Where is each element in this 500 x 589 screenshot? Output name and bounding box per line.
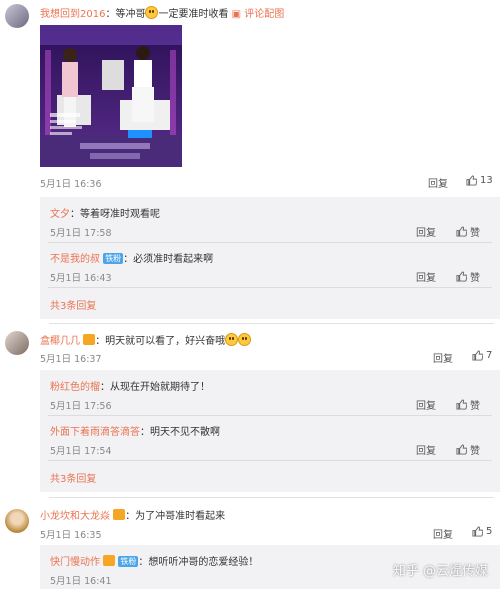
vip-badge-icon: [103, 555, 116, 566]
reply-like-label: 赞: [470, 228, 480, 239]
reply-username[interactable]: 外面下着雨滴答滴答: [50, 427, 140, 438]
reply-username[interactable]: 快门慢动作: [50, 557, 100, 568]
thumbs-up-icon: [456, 399, 468, 410]
more-replies-link[interactable]: 共3条回复: [50, 470, 96, 485]
reply-like-button[interactable]: 赞: [456, 442, 480, 457]
reply-label: 回复: [433, 354, 453, 365]
divider: [48, 242, 492, 243]
comment-2: 盒椰几几 ：明天就可以看了，好兴奋哦 5月1日 16:37 回复 7: [0, 325, 500, 370]
comment-line: 我想回到2016：等冲哥 一定要准时收看 ▣ 评论配图: [40, 5, 284, 20]
reply-like-label: 赞: [470, 273, 480, 284]
vip-badge-icon: [113, 509, 126, 520]
reply-label: 回复: [428, 179, 448, 190]
watermark: 知乎 @云煋传媒: [392, 564, 488, 579]
reply-timestamp: 5月1日 17:58: [50, 228, 112, 239]
reply-text: ：明天不见不散啊: [140, 427, 220, 438]
like-count: 13: [480, 175, 493, 186]
reply-reply-button[interactable]: 回复: [416, 269, 436, 284]
image-link[interactable]: ▣ 评论配图: [232, 9, 285, 20]
image-link-label: 评论配图: [244, 9, 285, 20]
thumbs-up-icon: [466, 175, 478, 186]
thumbs-up-icon: [456, 271, 468, 282]
reply-button[interactable]: 回复: [428, 175, 448, 190]
fan-badge: 铁粉: [103, 253, 124, 264]
like-button[interactable]: 5: [472, 526, 492, 537]
comment-image-graphic: [40, 25, 182, 167]
vip-badge-icon: [83, 334, 96, 345]
reply-reply-label: 回复: [416, 446, 436, 457]
reply-timestamp: 5月1日 16:43: [50, 273, 112, 284]
thumbs-up-icon: [472, 350, 484, 361]
thumbs-up-icon: [472, 526, 484, 537]
fan-badge: 铁粉: [118, 556, 139, 567]
comment-3: 小龙坎和大龙焱 ：为了冲哥准时看起来 5月1日 16:35 回复 5: [0, 500, 500, 545]
reply-label: 回复: [433, 530, 453, 541]
reply-username[interactable]: 粉红色的榴: [50, 382, 100, 393]
reply-like-label: 赞: [470, 446, 480, 457]
replies-panel: 粉红色的榴：从现在开始就期待了！ 5月1日 17:56 回复 赞 外面下着雨滴答…: [40, 370, 500, 492]
timestamp: 5月1日 16:36: [40, 179, 102, 190]
like-button[interactable]: 7: [472, 350, 492, 361]
reply-like-button[interactable]: 赞: [456, 397, 480, 412]
emoji-icon: [225, 333, 239, 346]
username[interactable]: 我想回到2016: [40, 9, 105, 20]
reply-reply-button[interactable]: 回复: [416, 442, 436, 457]
comment-line: 小龙坎和大龙焱 ：为了冲哥准时看起来: [40, 507, 225, 522]
reply-reply-label: 回复: [416, 401, 436, 412]
reply-text: ：等着呀准时观看呢: [70, 209, 160, 220]
timestamp: 5月1日 16:35: [40, 530, 102, 541]
comment-1: 我想回到2016：等冲哥 一定要准时收看 ▣ 评论配图 5月1日 16:36 回…: [0, 0, 500, 195]
reply-line: 文夕：等着呀准时观看呢: [50, 205, 160, 220]
reply-button[interactable]: 回复: [433, 350, 453, 365]
reply-line: 快门慢动作 铁粉 ：想听听冲哥的恋爱经验！: [50, 553, 258, 568]
replies-panel: 文夕：等着呀准时观看呢 5月1日 17:58 回复 赞 不是我的叔 铁粉 ：必须准…: [40, 197, 500, 319]
reply-text: ：从现在开始就期待了！: [100, 382, 210, 393]
comment-text: ：为了冲哥准时看起来: [125, 511, 226, 522]
reply-reply-label: 回复: [416, 228, 436, 239]
reply-like-button[interactable]: 赞: [456, 224, 480, 239]
reply-line: 粉红色的榴：从现在开始就期待了！: [50, 378, 210, 393]
comment-separator: [49, 323, 494, 324]
username[interactable]: 盒椰几几: [40, 336, 80, 347]
like-count: 7: [486, 350, 493, 361]
emoji-icon: [238, 333, 252, 346]
reply-reply-button[interactable]: 回复: [416, 397, 436, 412]
divider: [48, 287, 492, 288]
reply-line: 外面下着雨滴答滴答：明天不见不散啊: [50, 423, 220, 438]
avatar[interactable]: [5, 4, 29, 28]
reply-reply-button[interactable]: 回复: [416, 224, 436, 239]
avatar[interactable]: [5, 509, 29, 533]
username[interactable]: 小龙坎和大龙焱: [40, 511, 110, 522]
comment-separator: [49, 497, 494, 498]
reply-timestamp: 5月1日 16:41: [50, 576, 112, 587]
more-replies-link[interactable]: 共3条回复: [50, 297, 96, 312]
divider: [48, 415, 492, 416]
reply-text: ：想听听冲哥的恋爱经验！: [138, 557, 259, 568]
comment-text: ：明天就可以看了，好兴奋哦: [95, 336, 226, 347]
divider: [48, 460, 492, 461]
like-count: 5: [486, 526, 493, 537]
thumbs-up-icon: [456, 226, 468, 237]
comment-line: 盒椰几几 ：明天就可以看了，好兴奋哦: [40, 332, 252, 347]
reply-username[interactable]: 不是我的叔: [50, 254, 100, 265]
reply-timestamp: 5月1日 17:56: [50, 401, 112, 412]
comment-text-2: 一定要准时收看: [158, 9, 229, 20]
reply-like-button[interactable]: 赞: [456, 269, 480, 284]
reply-button[interactable]: 回复: [433, 526, 453, 541]
reply-like-label: 赞: [470, 401, 480, 412]
avatar[interactable]: [5, 331, 29, 355]
reply-timestamp: 5月1日 17:54: [50, 446, 112, 457]
reply-reply-label: 回复: [416, 273, 436, 284]
comment-text: ：等冲哥: [105, 9, 146, 20]
reply-username[interactable]: 文夕: [50, 209, 70, 220]
timestamp: 5月1日 16:37: [40, 354, 102, 365]
reply-line: 不是我的叔 铁粉 ：必须准时看起来啊: [50, 250, 213, 265]
thumbs-up-icon: [456, 444, 468, 455]
comment-image[interactable]: [40, 25, 182, 167]
emoji-icon: [145, 6, 159, 19]
like-button[interactable]: 13: [466, 175, 493, 186]
reply-text: ：必须准时看起来啊: [123, 254, 214, 265]
